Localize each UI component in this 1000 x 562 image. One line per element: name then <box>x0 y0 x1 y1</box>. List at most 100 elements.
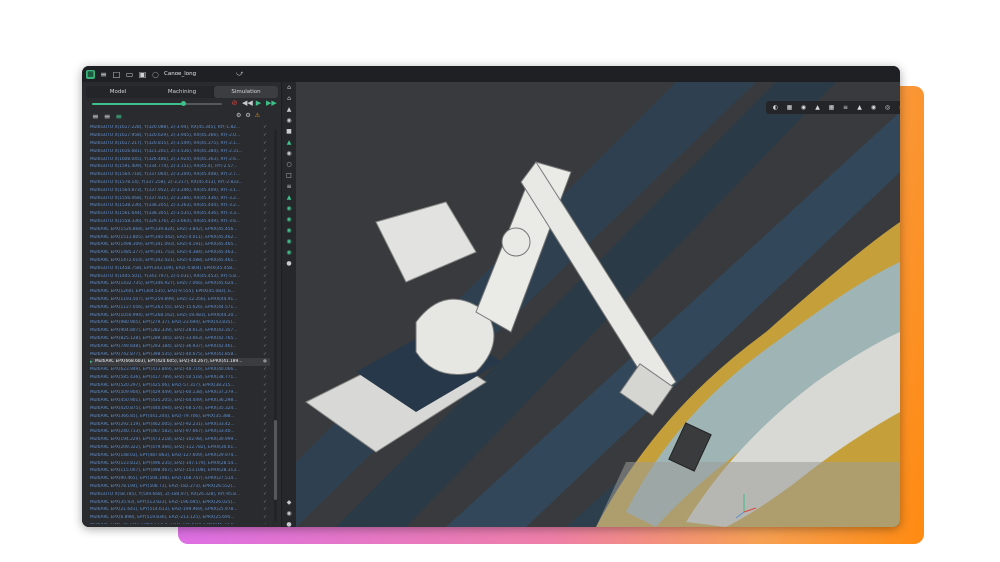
command-row[interactable]: MultiGOTO X(1445.501), Y(343.797), Z(-5.… <box>90 272 270 280</box>
viewport-tool-1-icon[interactable]: ◐ <box>769 101 782 114</box>
command-row[interactable]: MultiARC EPX(209.322), EPY(479.466), EPZ… <box>90 444 270 452</box>
command-row[interactable]: MultiGOTO X(1458.758), EPY(343.109), EPZ… <box>90 264 270 272</box>
slider-knob[interactable] <box>181 101 186 106</box>
command-row[interactable]: MultiARC EPX(1127.056), EPY(263.55), EPZ… <box>90 303 270 311</box>
command-row[interactable]: MultiGOTO X(1617.228), Y(320.088), Z(-3.… <box>90 124 270 132</box>
tab-simulation[interactable]: Simulation <box>214 86 278 98</box>
command-row[interactable]: MultiARC EPX(1511.805), EPY(340.442), EP… <box>90 233 270 241</box>
command-row[interactable]: MultiGOTO X(1556.068), Y(337.935), Z(-3.… <box>90 194 270 202</box>
play-icon[interactable]: ▶ <box>254 99 263 108</box>
command-row[interactable]: MultiARC EPX(194.229), EPY(473.218), EPZ… <box>90 436 270 444</box>
command-row[interactable]: MultiARC EPX(1432.735), EPY(346.927), EP… <box>90 280 270 288</box>
save-icon[interactable]: ▣ <box>138 70 147 79</box>
command-row[interactable]: MultiGOTO X(1578.14), Y(337.258), Z(-3.2… <box>90 179 270 187</box>
viewport-tool-8-icon[interactable]: ◉ <box>867 101 880 114</box>
command-row[interactable]: MultiARC EPX(904.807), EPY(282.339), EPZ… <box>90 327 270 335</box>
list-filter-icon[interactable]: ≡ <box>115 112 122 121</box>
warning-icon[interactable]: ⚠ <box>255 112 260 119</box>
command-row[interactable]: MultiARC EPX(1193.507), EPY(259.899), EP… <box>90 296 270 304</box>
list-indent-icon[interactable]: ≡ <box>104 112 111 121</box>
command-row[interactable]: MultiARC EPX(585.436), EPY(417.789), EPZ… <box>90 374 270 382</box>
viewport-tool-10-icon[interactable]: ≡ <box>895 101 900 114</box>
command-row[interactable]: MultiARC EPX(825.128), EPY(289.165), EPZ… <box>90 335 270 343</box>
cube-icon[interactable]: ■ <box>282 126 296 137</box>
command-row[interactable]: MultiGOTO X(1564.873), Y(337.952), Z(-3.… <box>90 186 270 194</box>
viewport-tool-2-icon[interactable]: ▦ <box>783 101 796 114</box>
command-row[interactable]: MultiARC EPX(1485.277), EPY(341.753), EP… <box>90 249 270 257</box>
command-row[interactable]: MultiARC EPX(1526.868), EPY(339.824), EP… <box>90 225 270 233</box>
command-row[interactable]: MultiARC EPX(366.85), EPY(441.244), EPZ(… <box>90 412 270 420</box>
scrollbar-thumb[interactable] <box>274 420 277 500</box>
command-row[interactable]: MultiARC EPX(35.93), EPY(513.923), EPZ(-… <box>90 498 270 506</box>
rail-icon[interactable]: □ <box>282 170 296 181</box>
viewport-tool-3-icon[interactable]: ◉ <box>797 101 810 114</box>
view-cube-icon[interactable]: ◆ <box>282 497 296 508</box>
command-row[interactable]: MultiARC EPX(21.641), EPY(514.613), EPZ(… <box>90 506 270 514</box>
new-file-icon[interactable]: □ <box>112 70 121 79</box>
home-view-icon[interactable]: ⌂ <box>282 93 296 104</box>
green-tool-4-icon[interactable]: ◉ <box>282 236 296 247</box>
step-forward-icon[interactable]: ▶▶ <box>266 99 277 108</box>
gripper-icon[interactable]: ◉ <box>282 148 296 159</box>
viewport-tool-9-icon[interactable]: ◎ <box>881 101 894 114</box>
command-row[interactable]: MultiGOTO X(1608.045), Y(326.486), Z(-3.… <box>90 155 270 163</box>
list-collapse-icon[interactable]: ≡ <box>92 112 99 121</box>
collision-icon[interactable]: ⚙ <box>236 112 241 119</box>
green-tool-2-icon[interactable]: ◉ <box>282 214 296 225</box>
command-row[interactable]: MultiGOTO X(1617.958), Y(320.629), Z(-3.… <box>90 132 270 140</box>
settings-circle-icon[interactable]: ● <box>282 258 296 269</box>
command-row[interactable]: MultiARC EPX(1498.309), EPY(341.093), EP… <box>90 241 270 249</box>
layers-icon[interactable]: ≡ <box>282 181 296 192</box>
green-tool-5-icon[interactable]: ◉ <box>282 247 296 258</box>
paint-icon[interactable]: ▲ <box>282 192 296 203</box>
render-icon[interactable]: ● <box>282 519 296 527</box>
command-row[interactable]: MultiARC EPX(420.875), EPY(440.094), EPZ… <box>90 405 270 413</box>
command-row[interactable]: ▸ MultiARC EPX(668.603), EPY(424.605), EP… <box>90 357 270 366</box>
command-row[interactable]: MultiARC EPX(450.901), EPY(435.205), EPZ… <box>90 397 270 405</box>
camera-icon[interactable]: ◉ <box>282 508 296 519</box>
folder-icon[interactable]: ▭ <box>125 70 134 79</box>
command-row[interactable]: MultiARC EPX(623.949), EPY(413.869), EPZ… <box>90 366 270 374</box>
command-row[interactable]: MultiGOTO X(1538.236), Y(338.205), Z(-3.… <box>90 202 270 210</box>
tool-icon[interactable]: ▲ <box>282 137 296 148</box>
tab-machining[interactable]: Machining <box>150 86 214 98</box>
viewport-tool-7-icon[interactable]: ▲ <box>853 101 866 114</box>
command-row[interactable]: MultiGOTO X(1591.409), Y(334.774), Z(-3.… <box>90 163 270 171</box>
command-row[interactable]: MultiARC EPX(520.297), EPY(425.06), EPZ(… <box>90 381 270 389</box>
command-row[interactable]: MultiARC EPX(148.03), EPY(487.863), EPZ(… <box>90 451 270 459</box>
command-row[interactable]: MultiGOTO X(58.785), Y(509.668), Z(-184.… <box>90 490 270 498</box>
command-row[interactable]: MultiARC EPX(240.713), EPY(467.582), EPZ… <box>90 428 270 436</box>
tab-model[interactable]: Model <box>86 86 150 98</box>
command-row[interactable]: MultiARC EPX(-20.325), EPY(523.62), EPZ(… <box>90 522 270 524</box>
pin-icon[interactable]: ○ <box>282 159 296 170</box>
robot-icon[interactable]: ◉ <box>282 115 296 126</box>
command-row[interactable]: MultiARC EPX(123.812), EPY(496.235), EPZ… <box>90 459 270 467</box>
3d-viewport[interactable]: ◐ ▦ ◉ ▲ ▦ ≡ ▲ ◉ ◎ ≡ ▦ <box>296 82 900 527</box>
command-row[interactable]: MultiARC EPX(509.904), EPY(429.449), EPZ… <box>90 389 270 397</box>
viewport-tool-4-icon[interactable]: ▲ <box>811 101 824 114</box>
command-row[interactable]: MultiARC EPX(292.119), EPY(462.005), EPZ… <box>90 420 270 428</box>
green-tool-1-icon[interactable]: ◉ <box>282 203 296 214</box>
command-row[interactable]: MultiARC EPX(78.194), EPY(508.71), EPZ(-… <box>90 483 270 491</box>
stop-icon[interactable]: ⊘ <box>230 99 239 108</box>
command-list-scrollbar[interactable] <box>274 130 277 522</box>
command-row[interactable]: MultiGOTO X(1564.718), Y(337.064), Z(-3.… <box>90 171 270 179</box>
speed-icon[interactable]: ⚙ <box>245 112 250 119</box>
command-row[interactable]: MultiGOTO X(1561.644), Y(338.305), Z(-3.… <box>90 210 270 218</box>
command-row[interactable]: MultiARC EPX(6.898), EPY(519.836), EPZ(-… <box>90 514 270 522</box>
command-row[interactable]: MultiARC EPX(749.648), EPY(293.184), EPZ… <box>90 342 270 350</box>
command-row[interactable]: MultiARC EPX(90.465), EPY(504.198), EPZ(… <box>90 475 270 483</box>
command-row[interactable]: MultiARC EPX(742.877), EPY(398.535), EPZ… <box>90 350 270 358</box>
command-row[interactable]: MultiGOTO X(1617.217), Y(320.815), Z(-3.… <box>90 140 270 148</box>
home-icon[interactable]: ⌂ <box>282 82 296 93</box>
command-row[interactable]: MultiARC EPX(1472.014), EPY(342.421), EP… <box>90 257 270 265</box>
simulation-progress-slider[interactable] <box>92 101 222 106</box>
green-tool-3-icon[interactable]: ◉ <box>282 225 296 236</box>
command-row[interactable]: MultiARC EPX(1050.994), EPY(268.162), EP… <box>90 311 270 319</box>
app-logo-icon[interactable]: ▦ <box>86 69 95 79</box>
command-row[interactable]: MultiARC EPX(115.007), EPY(498.467), EPZ… <box>90 467 270 475</box>
menu-icon[interactable]: ≡ <box>99 70 108 79</box>
share-icon[interactable]: ⤻ <box>236 69 243 78</box>
step-back-icon[interactable]: ◀◀ <box>242 99 253 108</box>
command-row[interactable]: MultiARC EPX(1260), EPY(304.535), EPZ(-9… <box>90 288 270 296</box>
